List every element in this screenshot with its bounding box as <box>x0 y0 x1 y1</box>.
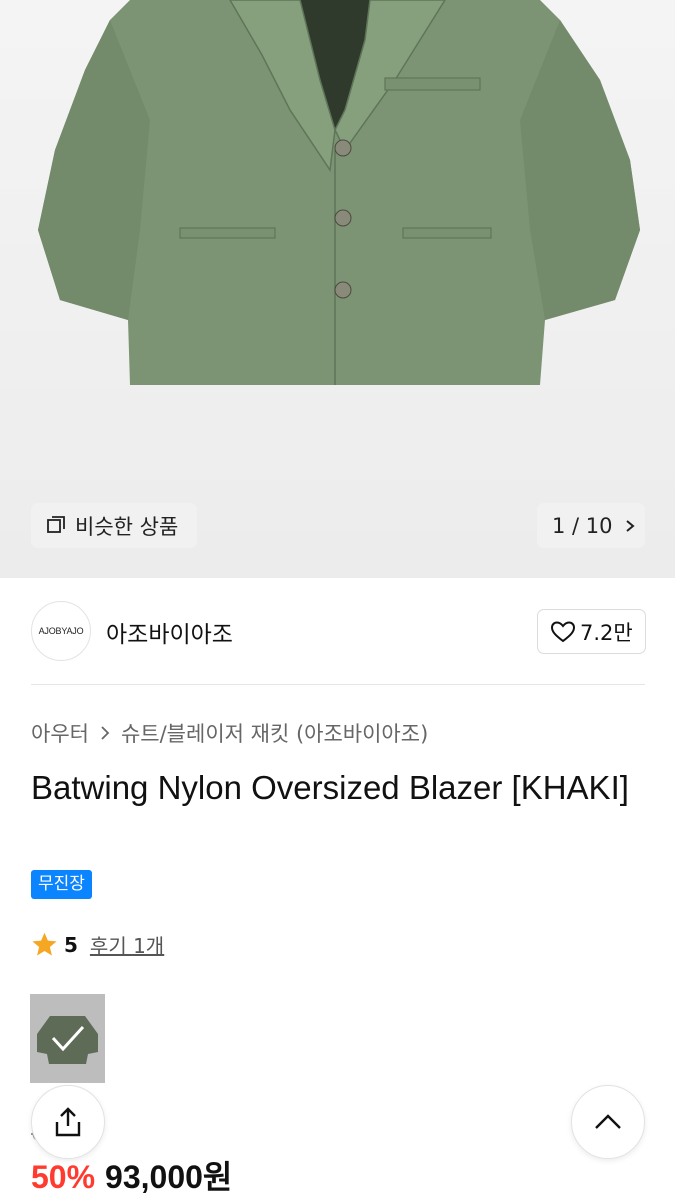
share-button[interactable] <box>31 1085 105 1159</box>
rating-row: 5 후기 1개 <box>31 930 164 959</box>
brand-name[interactable]: 아조바이아조 <box>106 615 233 649</box>
similar-products-button[interactable]: 비슷한 상품 <box>31 503 197 548</box>
copy-icon <box>47 515 65 533</box>
star-icon <box>32 932 57 956</box>
brand-logo-text: AJOBYAJO <box>38 626 84 636</box>
reviews-link[interactable]: 후기 1개 <box>90 930 164 959</box>
heart-icon <box>550 620 576 642</box>
similar-products-label: 비슷한 상품 <box>75 514 179 539</box>
brand-row: AJOBYAJO 아조바이아조 7.2만 <box>0 578 675 686</box>
rating-score: 5 <box>64 932 78 957</box>
product-title: Batwing Nylon Oversized Blazer [KHAKI] <box>31 769 629 806</box>
promo-badge: 무진장 <box>31 870 92 899</box>
price-row: 50% 93,000원 <box>31 1152 232 1198</box>
breadcrumb: 아우터 슈트/블레이저 재킷 (아조바이아조) <box>31 718 428 748</box>
like-count: 7.2만 <box>580 620 633 645</box>
chevron-right-icon <box>101 726 110 740</box>
brand-logo[interactable]: AJOBYAJO <box>31 601 91 661</box>
chevron-up-icon <box>595 1114 621 1129</box>
breadcrumb-item-outer[interactable]: 아우터 <box>31 718 89 748</box>
scroll-top-button[interactable] <box>571 1085 645 1159</box>
color-option-thumbnail[interactable] <box>30 994 105 1083</box>
thumbnail-image <box>30 994 105 1083</box>
chevron-right-icon <box>625 519 635 532</box>
image-pager-button[interactable]: 1 / 10 <box>537 503 645 548</box>
final-price: 93,000원 <box>105 1159 233 1195</box>
breadcrumb-item-blazer[interactable]: 슈트/블레이저 재킷 (아조바이아조) <box>121 718 428 748</box>
divider <box>31 684 645 685</box>
product-photo <box>38 0 640 385</box>
discount-rate: 50% <box>31 1159 96 1195</box>
like-button[interactable]: 7.2만 <box>537 609 646 654</box>
image-pager-label: 1 / 10 <box>552 513 613 538</box>
product-image-carousel[interactable]: 비슷한 상품 1 / 10 <box>0 0 675 578</box>
share-icon <box>55 1107 81 1137</box>
